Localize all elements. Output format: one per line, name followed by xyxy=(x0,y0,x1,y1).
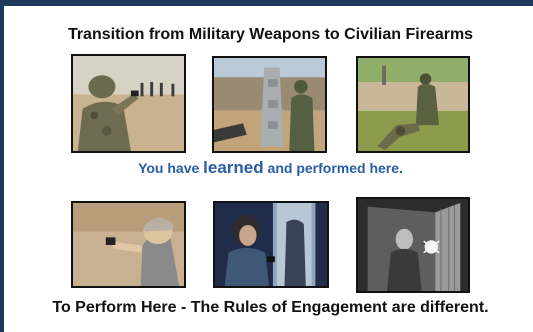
intruder-in-doorway-photo xyxy=(356,197,470,293)
woman-shooting-pistol-range-photo xyxy=(71,201,186,288)
slide-title: Transition from Military Weapons to Civi… xyxy=(67,26,474,43)
soldier-dragging-casualty-photo xyxy=(356,56,470,153)
caption-part1: You have xyxy=(138,160,204,176)
caption-emphasis: learned xyxy=(203,158,264,177)
slide-footer: To Perform Here - The Rules of Engagemen… xyxy=(52,299,489,316)
caption-part2: and performed here. xyxy=(263,160,403,176)
woman-with-gun-at-door-photo xyxy=(213,201,329,288)
caption: You have learned and performed here. xyxy=(4,158,533,178)
soldier-aiming-pistol-range-photo xyxy=(71,54,186,153)
soldier-at-steel-barricade-photo xyxy=(212,56,327,153)
slide: Transition from Military Weapons to Civi… xyxy=(0,0,533,332)
